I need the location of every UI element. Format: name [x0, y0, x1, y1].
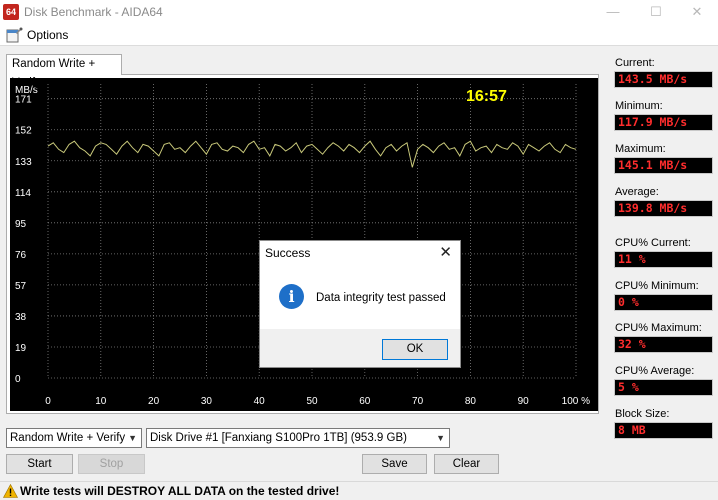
cpu-minimum-label: CPU% Minimum: [615, 280, 699, 292]
current-label: Current: [615, 57, 655, 69]
cpu-current-value: 11 % [614, 251, 713, 268]
cpu-average-value: 5 % [614, 379, 713, 396]
y-tick-label: 38 [15, 312, 27, 323]
y-tick-label: 114 [15, 188, 31, 199]
stop-button[interactable]: Stop [78, 454, 145, 474]
title-bar: 64 Disk Benchmark - AIDA64 — ☐ ✕ [0, 0, 718, 24]
y-tick-label: 152 [15, 126, 32, 137]
y-tick-label: 76 [15, 250, 27, 261]
y-tick-label: 95 [15, 219, 27, 230]
x-tick-label: 30 [201, 396, 213, 407]
cpu-current-label: CPU% Current: [615, 237, 691, 249]
maximum-value: 145.1 MB/s [614, 157, 713, 174]
x-tick-label: 100 % [562, 396, 590, 407]
y-tick-label: 171 [15, 95, 32, 106]
cpu-maximum-label: CPU% Maximum: [615, 322, 702, 334]
cpu-maximum-value: 32 % [614, 336, 713, 353]
drive-select[interactable]: Disk Drive #1 [Fanxiang S100Pro 1TB] (95… [146, 428, 450, 448]
test-type-select[interactable]: Random Write + Verify ▼ [6, 428, 142, 448]
dialog-title: Success [265, 246, 311, 260]
test-type-select-value: Random Write + Verify [10, 432, 126, 444]
cpu-average-label: CPU% Average: [615, 365, 695, 377]
maximize-icon[interactable]: ☐ [641, 2, 671, 22]
speed-series-line [47, 140, 577, 168]
x-tick-label: 50 [306, 396, 318, 407]
average-value: 139.8 MB/s [614, 200, 713, 217]
close-icon[interactable]: ✕ [682, 2, 712, 22]
minimize-icon[interactable]: — [598, 2, 628, 22]
x-tick-label: 80 [465, 396, 477, 407]
window-title: Disk Benchmark - AIDA64 [24, 5, 163, 19]
info-icon: i [279, 284, 304, 309]
warning-text: Write tests will DESTROY ALL DATA on the… [20, 484, 340, 498]
timer-readout: 16:57 [466, 88, 507, 105]
drive-select-value: Disk Drive #1 [Fanxiang S100Pro 1TB] (95… [150, 432, 407, 444]
block-size-value: 8 MB [614, 422, 713, 439]
current-value: 143.5 MB/s [614, 71, 713, 88]
chevron-down-icon: ▼ [128, 433, 137, 443]
dialog-footer: OK [260, 329, 460, 367]
aida64-app-icon: 64 [3, 4, 19, 20]
dialog-close-icon[interactable]: ✕ [439, 243, 452, 261]
y-tick-label: 19 [15, 343, 27, 354]
warning-icon [3, 484, 18, 498]
average-label: Average: [615, 186, 659, 198]
x-tick-label: 90 [518, 396, 530, 407]
save-button[interactable]: Save [362, 454, 427, 474]
clear-button[interactable]: Clear [434, 454, 499, 474]
x-tick-label: 10 [95, 396, 107, 407]
y-tick-label: 0 [15, 374, 21, 385]
minimum-label: Minimum: [615, 100, 663, 112]
options-menu[interactable]: Options [27, 28, 68, 42]
options-wrench-icon[interactable] [6, 27, 23, 43]
minimum-value: 117.9 MB/s [614, 114, 713, 131]
tab-random-write-verify[interactable]: Random Write + Verify [6, 54, 122, 89]
ok-button[interactable]: OK [382, 339, 448, 360]
maximum-label: Maximum: [615, 143, 666, 155]
x-tick-label: 20 [148, 396, 160, 407]
block-size-label: Block Size: [615, 408, 670, 420]
x-tick-label: 70 [412, 396, 424, 407]
y-tick-label: 133 [15, 157, 32, 168]
y-tick-label: 57 [15, 281, 27, 292]
x-tick-label: 60 [359, 396, 371, 407]
cpu-minimum-value: 0 % [614, 294, 713, 311]
x-tick-label: 40 [254, 396, 266, 407]
x-tick-label: 0 [45, 396, 51, 407]
menu-bar: Options [0, 24, 718, 46]
start-button[interactable]: Start [6, 454, 73, 474]
success-dialog: Success ✕ i Data integrity test passed O… [259, 240, 461, 368]
warning-bar: Write tests will DESTROY ALL DATA on the… [0, 481, 718, 500]
chevron-down-icon: ▼ [436, 433, 445, 443]
dialog-message: Data integrity test passed [316, 292, 446, 304]
